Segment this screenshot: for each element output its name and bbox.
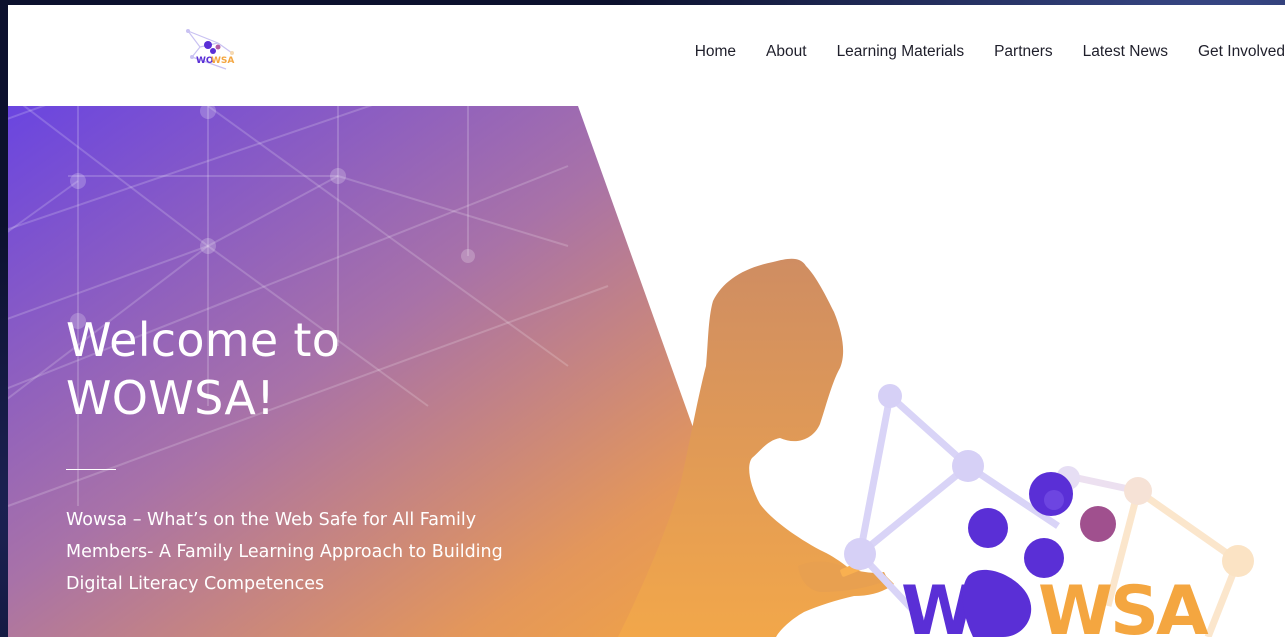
nav-about[interactable]: About: [766, 43, 807, 61]
page: WO WSA Home About Learning Materials Par…: [8, 5, 1285, 637]
nav-learning-materials[interactable]: Learning Materials: [837, 43, 965, 61]
wowsa-logo-icon: WO WSA: [186, 29, 234, 70]
nav-latest-news[interactable]: Latest News: [1083, 43, 1168, 61]
nav-get-involved[interactable]: Get Involved: [1198, 43, 1285, 61]
hero-subtitle: Wowsa – What’s on the Web Safe for All F…: [66, 510, 503, 594]
main-nav: Home About Learning Materials Partners L…: [665, 43, 1285, 61]
nav-home[interactable]: Home: [695, 43, 736, 61]
site-header: WO WSA Home About Learning Materials Par…: [8, 5, 1285, 105]
hero-divider: [66, 469, 116, 470]
wowsa-graphic-text-2: WSA: [1038, 572, 1209, 637]
hero-title: Welcome to WOWSA!: [66, 313, 341, 425]
wowsa-graphic-o: [962, 569, 1032, 637]
wowsa-network-graphic: W WSA: [844, 384, 1254, 637]
nav-partners[interactable]: Partners: [994, 43, 1053, 61]
svg-text:WSA: WSA: [211, 56, 234, 66]
site-logo[interactable]: WO WSA: [178, 23, 242, 77]
hero-section: W WSA Welcome to WOWSA! Wowsa – What’s o…: [8, 106, 1285, 637]
